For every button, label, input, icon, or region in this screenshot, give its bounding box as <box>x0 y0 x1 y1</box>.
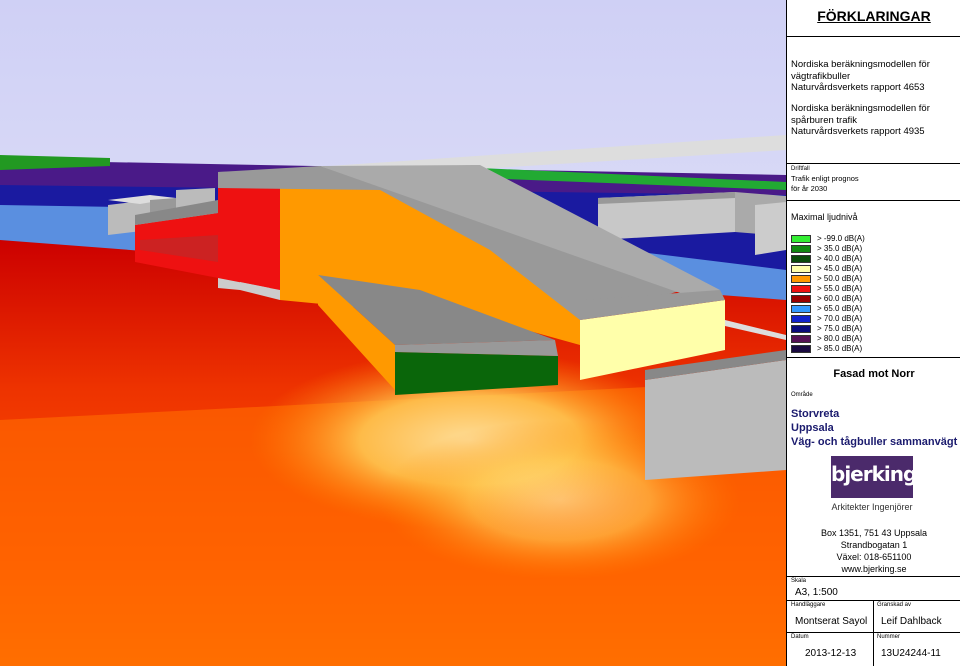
legend-label: > 50.0 dB(A) <box>817 274 863 283</box>
model-rail-block: Nordiska beräkningsmodellen för spårbure… <box>791 103 930 138</box>
legend-swatch <box>791 315 811 323</box>
model-rail-line1: Nordiska beräkningsmodellen för <box>791 103 930 114</box>
building-right-near <box>645 360 786 480</box>
model-road-line3: Naturvårdsverkets rapport 4653 <box>791 82 925 93</box>
model-road-line1: Nordiska beräkningsmodellen för <box>791 59 930 70</box>
legend-label: > 75.0 dB(A) <box>817 324 863 333</box>
nummer-label: Nummer <box>877 634 901 640</box>
skala-value: A3, 1:500 <box>795 587 838 598</box>
legend-swatch <box>791 295 811 303</box>
address-line3: Växel: 018-651100 <box>836 552 912 562</box>
address-line4: www.bjerking.se <box>841 564 907 574</box>
driftfall-label: Driftfall <box>791 166 810 172</box>
omrade-line1: Storvreta <box>791 408 840 420</box>
model-road-block: Nordiska beräkningsmodellen för vägtrafi… <box>791 59 930 94</box>
omrade-label: Område <box>791 392 813 398</box>
legend-swatch <box>791 235 811 243</box>
nummer-value: 13U24244-11 <box>881 648 941 659</box>
legend-label: > 65.0 dB(A) <box>817 304 863 313</box>
view-title: Fasad mot Norr <box>833 368 915 380</box>
handlaggare-value: Montserat Sayol <box>795 616 868 627</box>
address-line1: Box 1351, 751 43 Uppsala <box>820 528 928 538</box>
bjerking-logo: bjerking Arkitekter Ingenjörer <box>827 456 917 516</box>
handlaggare-label: Handläggare <box>791 602 826 608</box>
omrade-line2: Uppsala <box>791 422 834 434</box>
skala-label: Skala <box>791 578 807 584</box>
legend-swatch <box>791 245 811 253</box>
granskad-label: Granskad av <box>877 602 912 608</box>
driftfall-line2: för år 2030 <box>791 184 828 193</box>
legend-panel: FÖRKLARINGAR Nordiska beräkningsmodellen… <box>786 0 960 666</box>
legend-swatch <box>791 345 811 353</box>
model-road-line2: vägtrafikbuller <box>791 70 851 82</box>
legend-label: > 55.0 dB(A) <box>817 284 863 293</box>
datum-value: 2013-12-13 <box>805 648 857 659</box>
legend-label: > 40.0 dB(A) <box>817 254 863 263</box>
address-line2: Strandbogatan 1 <box>840 540 908 550</box>
driftfall-block: Trafik enligt prognos för år 2030 <box>791 174 859 194</box>
legend-label: > 85.0 dB(A) <box>817 344 863 353</box>
legend-swatch <box>791 325 811 333</box>
legend-label: > 60.0 dB(A) <box>817 294 863 303</box>
logo-subtitle: Arkitekter Ingenjörer <box>831 502 913 512</box>
legend-swatch <box>791 275 811 283</box>
legend-swatch <box>791 335 811 343</box>
legend-title: Maximal ljudnivå <box>791 212 858 222</box>
legend-label: > 45.0 dB(A) <box>817 264 863 273</box>
omrade-block: Storvreta Uppsala Väg- och tågbuller sam… <box>791 407 957 449</box>
noise-map-3d-view <box>0 0 786 666</box>
model-rail-line3: Naturvårdsverkets rapport 4935 <box>791 126 925 137</box>
omrade-line3: Väg- och tågbuller sammanvägt <box>791 436 958 448</box>
address-block: Box 1351, 751 43 Uppsala Strandbogatan 1… <box>787 527 960 575</box>
legend-label: > -99.0 dB(A) <box>817 234 865 243</box>
legend-swatch <box>791 255 811 263</box>
driftfall-line1: Trafik enligt prognos <box>791 174 859 183</box>
legend-label: > 35.0 dB(A) <box>817 244 863 253</box>
datum-label: Datum <box>791 634 809 640</box>
legend-swatch <box>791 285 811 293</box>
legend-swatch <box>791 305 811 313</box>
granskad-value: Leif Dahlback <box>881 616 942 627</box>
logo-wordmark: bjerking <box>831 462 917 486</box>
panel-title: FÖRKLARINGAR <box>817 8 931 24</box>
legend-swatch <box>791 265 811 273</box>
legend-label: > 80.0 dB(A) <box>817 334 863 343</box>
legend-label: > 70.0 dB(A) <box>817 314 863 323</box>
model-rail-line2: spårburen trafik <box>791 114 858 126</box>
